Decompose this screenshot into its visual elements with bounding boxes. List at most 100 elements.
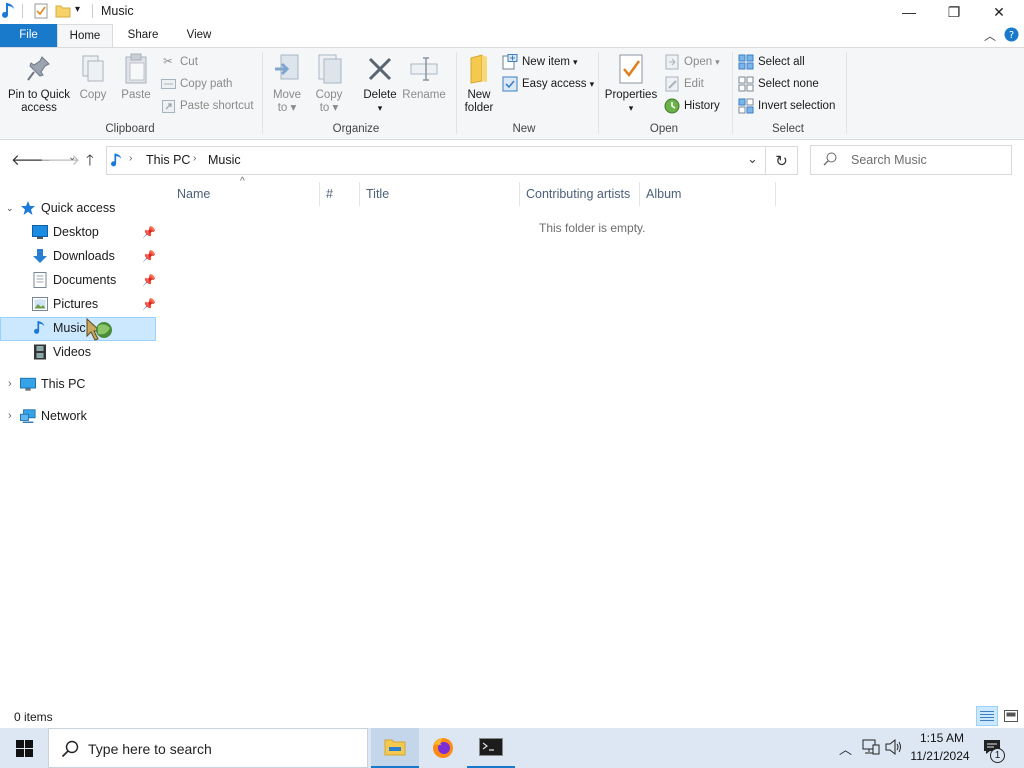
- show-hidden-icons-chevron-up-icon[interactable]: ︿: [839, 739, 852, 758]
- breadcrumb-music[interactable]: Music: [208, 153, 241, 167]
- column-divider[interactable]: [319, 182, 320, 206]
- collapsed-chevron-icon[interactable]: ›: [6, 373, 20, 395]
- select-group-label: Select: [772, 123, 804, 135]
- pin-icon[interactable]: 📌: [142, 226, 156, 239]
- address-history-chevron-down-icon[interactable]: ⌄: [747, 151, 758, 167]
- refresh-button[interactable]: ↻: [766, 146, 798, 175]
- close-button[interactable]: ✕: [976, 0, 1022, 24]
- tab-file[interactable]: File: [0, 24, 57, 47]
- clock-date[interactable]: 11/21/2024: [906, 749, 974, 763]
- address-bar[interactable]: › This PC › Music ⌄: [106, 146, 766, 175]
- copy-label: Copy: [79, 89, 107, 101]
- column-header-name[interactable]: Name: [177, 182, 317, 206]
- paste-shortcut-button[interactable]: Paste shortcut: [160, 97, 254, 115]
- this-pc-item[interactable]: › This PC: [6, 372, 85, 396]
- copy-button[interactable]: Copy: [76, 52, 110, 102]
- search-box[interactable]: Search Music: [810, 145, 1012, 175]
- properties-icon: [615, 52, 647, 86]
- sidebar-item-downloads[interactable]: Downloads: [32, 244, 115, 268]
- sidebar-item-music[interactable]: Music: [32, 316, 86, 340]
- breadcrumb-chevron-icon[interactable]: ›: [193, 153, 196, 164]
- paste-button[interactable]: Paste: [118, 52, 154, 102]
- new-folder-icon: [463, 52, 495, 86]
- move-to-button[interactable]: Move to ▾: [268, 52, 306, 115]
- breadcrumb-this-pc[interactable]: This PC: [146, 153, 190, 167]
- select-none-label: Select none: [758, 78, 819, 90]
- column-divider[interactable]: [639, 182, 640, 206]
- tab-share[interactable]: Share: [118, 24, 168, 47]
- maximize-button[interactable]: ❐: [931, 0, 977, 24]
- pin-icon[interactable]: 📌: [142, 298, 156, 311]
- copy-path-button[interactable]: Copy path: [160, 75, 232, 93]
- sidebar-item-label: Documents: [53, 273, 117, 287]
- history-button[interactable]: History: [664, 97, 720, 115]
- edit-icon: [664, 76, 680, 92]
- help-icon[interactable]: ?: [1004, 27, 1019, 45]
- quick-access-item[interactable]: ⌄ Quick access: [6, 196, 115, 220]
- minimize-button[interactable]: —: [886, 0, 932, 24]
- network-item[interactable]: › Network: [6, 404, 87, 428]
- rename-button[interactable]: Rename: [402, 52, 446, 102]
- large-icons-view-button[interactable]: [1001, 706, 1021, 726]
- copy-path-icon: [160, 76, 176, 92]
- new-group-label: New: [512, 123, 536, 135]
- network-status-icon[interactable]: [862, 739, 880, 758]
- sidebar-item-desktop[interactable]: Desktop: [32, 220, 99, 244]
- tab-home[interactable]: Home: [57, 24, 113, 48]
- new-folder-quick-icon[interactable]: [55, 3, 71, 22]
- column-header-album[interactable]: Album: [646, 182, 771, 206]
- copy-to-button[interactable]: Copy to ▾: [310, 52, 348, 115]
- collapsed-chevron-icon[interactable]: ›: [6, 405, 20, 427]
- select-none-button[interactable]: Select none: [738, 75, 819, 93]
- invert-selection-button[interactable]: Invert selection: [738, 97, 835, 115]
- properties-button[interactable]: Properties ▾: [602, 52, 660, 115]
- pin-icon[interactable]: 📌: [142, 250, 156, 263]
- details-view-icon: [980, 711, 994, 721]
- tab-view[interactable]: View: [173, 24, 225, 47]
- start-button[interactable]: [0, 728, 48, 768]
- collapse-ribbon-icon[interactable]: ︿: [984, 27, 996, 44]
- column-header-contributing-artists[interactable]: Contributing artists: [526, 182, 638, 206]
- delete-dropdown-arrow[interactable]: ▾: [360, 102, 400, 115]
- new-folder-button[interactable]: New folder: [460, 52, 498, 115]
- column-header-track-number[interactable]: #: [326, 182, 356, 206]
- sidebar-item-documents[interactable]: Documents: [32, 268, 116, 292]
- delete-label: Delete: [363, 89, 397, 101]
- column-divider[interactable]: [359, 182, 360, 206]
- copy-icon: [77, 52, 109, 86]
- taskbar-file-explorer[interactable]: [371, 728, 419, 768]
- taskbar-firefox[interactable]: [419, 728, 467, 768]
- volume-icon[interactable]: [885, 738, 903, 759]
- pin-icon[interactable]: 📌: [142, 274, 156, 287]
- file-explorer-icon: [384, 739, 406, 756]
- edit-button[interactable]: Edit: [664, 75, 704, 93]
- column-divider[interactable]: [775, 182, 776, 206]
- column-divider[interactable]: [519, 182, 520, 206]
- easy-access-button[interactable]: Easy access ▾: [502, 75, 594, 93]
- notification-count-badge: 1: [990, 748, 1005, 763]
- up-arrow-icon[interactable]: 🡑: [86, 150, 94, 175]
- desktop-icon: [32, 224, 48, 240]
- terminal-icon: [479, 738, 503, 756]
- sidebar-item-videos[interactable]: Videos: [32, 340, 91, 364]
- new-item-button[interactable]: New item ▾: [502, 53, 577, 71]
- taskbar-terminal[interactable]: [467, 728, 515, 768]
- taskbar-search-box[interactable]: Type here to search: [48, 728, 368, 768]
- properties-dropdown-arrow[interactable]: ▾: [602, 102, 660, 115]
- recent-locations-chevron-down-icon[interactable]: ⌄: [68, 152, 76, 163]
- cut-button[interactable]: ✂ Cut: [160, 53, 198, 71]
- pin-to-quick-access-button[interactable]: Pin to Quick access: [4, 52, 74, 115]
- open-button[interactable]: Open ▾: [664, 53, 720, 71]
- expanded-chevron-icon[interactable]: ⌄: [6, 197, 20, 219]
- quick-access-toolbar-dropdown[interactable]: ▾: [75, 4, 80, 15]
- column-header-title[interactable]: Title: [366, 182, 516, 206]
- search-icon: [823, 152, 837, 169]
- details-view-button[interactable]: [976, 706, 998, 726]
- this-pc-label: This PC: [41, 377, 86, 391]
- breadcrumb-chevron-icon[interactable]: ›: [129, 153, 132, 164]
- delete-button[interactable]: Delete ▾: [360, 52, 400, 115]
- properties-quick-icon[interactable]: [33, 3, 49, 22]
- clock-time[interactable]: 1:15 AM: [910, 731, 974, 745]
- select-all-button[interactable]: Select all: [738, 53, 805, 71]
- sidebar-item-pictures[interactable]: Pictures: [32, 292, 98, 316]
